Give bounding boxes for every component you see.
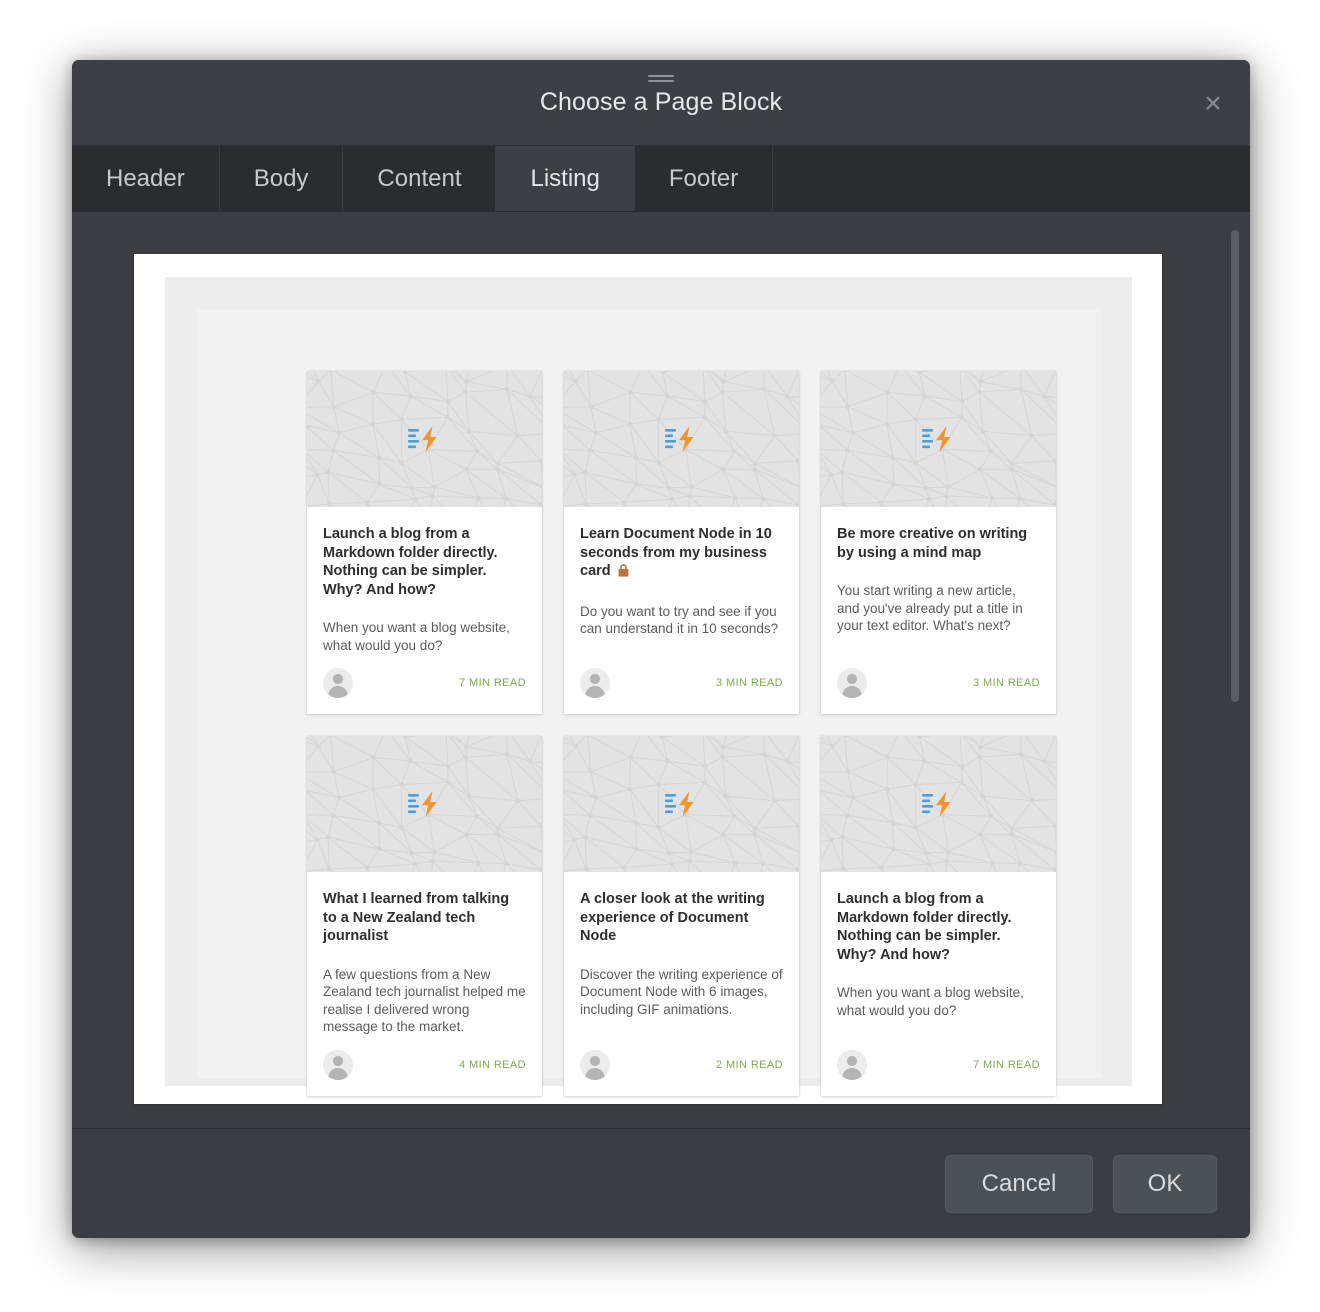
tab-content[interactable]: Content [343, 146, 497, 211]
tab-bar: Header Body Content Listing Footer [72, 146, 1250, 212]
page-preview-canvas: Launch a blog from a Markdown folder dir… [134, 254, 1162, 1104]
article-excerpt: Do you want to try and see if you can un… [580, 603, 779, 637]
article-card[interactable]: Be more creative on writing by using a m… [821, 371, 1056, 714]
cancel-button[interactable]: Cancel [945, 1154, 1093, 1213]
user-avatar-icon [837, 668, 867, 698]
read-time-label: 7 MIN READ [459, 677, 526, 689]
article-card-body: What I learned from talking to a New Zea… [307, 872, 542, 1036]
ok-button[interactable]: OK [1113, 1154, 1217, 1213]
article-title: What I learned from talking to a New Zea… [323, 891, 510, 944]
read-time-label: 3 MIN READ [716, 677, 783, 689]
article-card[interactable]: What I learned from talking to a New Zea… [307, 736, 542, 1096]
user-avatar-icon [323, 1049, 353, 1080]
vertical-scrollbar[interactable] [1229, 220, 1241, 1120]
article-title: Launch a blog from a Markdown folder dir… [323, 526, 498, 598]
article-title: A closer look at the writing experience … [580, 891, 765, 944]
dialog-titlebar[interactable]: Choose a Page Block × [72, 60, 1250, 146]
article-excerpt: Discover the writing experience of Docum… [580, 966, 783, 1017]
article-card-footer: 7 MIN READ [307, 654, 542, 714]
read-time-label: 7 MIN READ [973, 1058, 1040, 1071]
article-card-footer: 3 MIN READ [821, 654, 1056, 714]
dialog-footer: Cancel OK [72, 1128, 1250, 1238]
tab-listing[interactable]: Listing [496, 146, 635, 211]
article-card-body: Learn Document Node in 10 seconds from m… [564, 507, 799, 654]
lock-icon [618, 564, 629, 583]
article-card[interactable]: Learn Document Node in 10 seconds from m… [564, 371, 799, 714]
article-card-footer: 7 MIN READ [821, 1036, 1056, 1096]
close-icon[interactable]: × [1196, 88, 1230, 122]
choose-page-block-dialog: Choose a Page Block × Header Body Content L… [72, 60, 1250, 1238]
article-title: Learn Document Node in 10 seconds from m… [580, 525, 783, 583]
article-card-footer: 4 MIN READ [307, 1036, 542, 1096]
drag-handle-icon[interactable] [648, 75, 674, 82]
user-avatar-icon [580, 1049, 610, 1080]
article-title: Launch a blog from a Markdown folder dir… [837, 891, 1012, 963]
preview-listing-section: Launch a blog from a Markdown folder dir… [197, 309, 1101, 1096]
tab-body[interactable]: Body [219, 146, 344, 211]
scrollbar-thumb[interactable] [1231, 230, 1239, 702]
article-card-body: Launch a blog from a Markdown folder dir… [821, 872, 1056, 1036]
article-card[interactable]: Launch a blog from a Markdown folder dir… [821, 736, 1056, 1096]
article-thumbnail [307, 736, 542, 872]
article-thumbnail [564, 371, 799, 507]
article-card-body: A closer look at the writing experience … [564, 872, 799, 1036]
article-title: Be more creative on writing by using a m… [837, 526, 1028, 561]
tab-header[interactable]: Header [72, 146, 220, 211]
article-card-body: Launch a blog from a Markdown folder dir… [307, 507, 542, 654]
user-avatar-icon [323, 668, 353, 698]
read-time-label: 3 MIN READ [973, 677, 1040, 689]
preview-scroll-area: Launch a blog from a Markdown folder dir… [72, 212, 1250, 1128]
article-card-body: Be more creative on writing by using a m… [821, 507, 1056, 654]
article-thumbnail [307, 371, 542, 507]
article-card[interactable]: Launch a blog from a Markdown folder dir… [307, 371, 542, 714]
dialog-title: Choose a Page Block [539, 88, 783, 116]
article-excerpt: You start writing a new article, and you… [837, 583, 1023, 633]
user-avatar-icon [580, 668, 610, 698]
article-card-footer: 3 MIN READ [564, 654, 799, 714]
article-thumbnail [821, 371, 1056, 507]
read-time-label: 2 MIN READ [716, 1058, 783, 1071]
article-thumbnail [821, 736, 1056, 872]
article-excerpt: When you want a blog website, what would… [323, 620, 510, 653]
article-card-grid: Launch a blog from a Markdown folder dir… [307, 371, 1057, 1096]
article-card[interactable]: A closer look at the writing experience … [564, 736, 799, 1096]
user-avatar-icon [837, 1049, 867, 1080]
article-thumbnail [564, 736, 799, 872]
read-time-label: 4 MIN READ [459, 1058, 526, 1071]
preview-page-frame: Launch a blog from a Markdown folder dir… [165, 277, 1132, 1096]
tab-footer[interactable]: Footer [634, 146, 774, 211]
article-card-footer: 2 MIN READ [564, 1036, 799, 1096]
article-excerpt: A few questions from a New Zealand tech … [323, 966, 526, 1035]
article-excerpt: When you want a blog website, what would… [837, 985, 1024, 1018]
